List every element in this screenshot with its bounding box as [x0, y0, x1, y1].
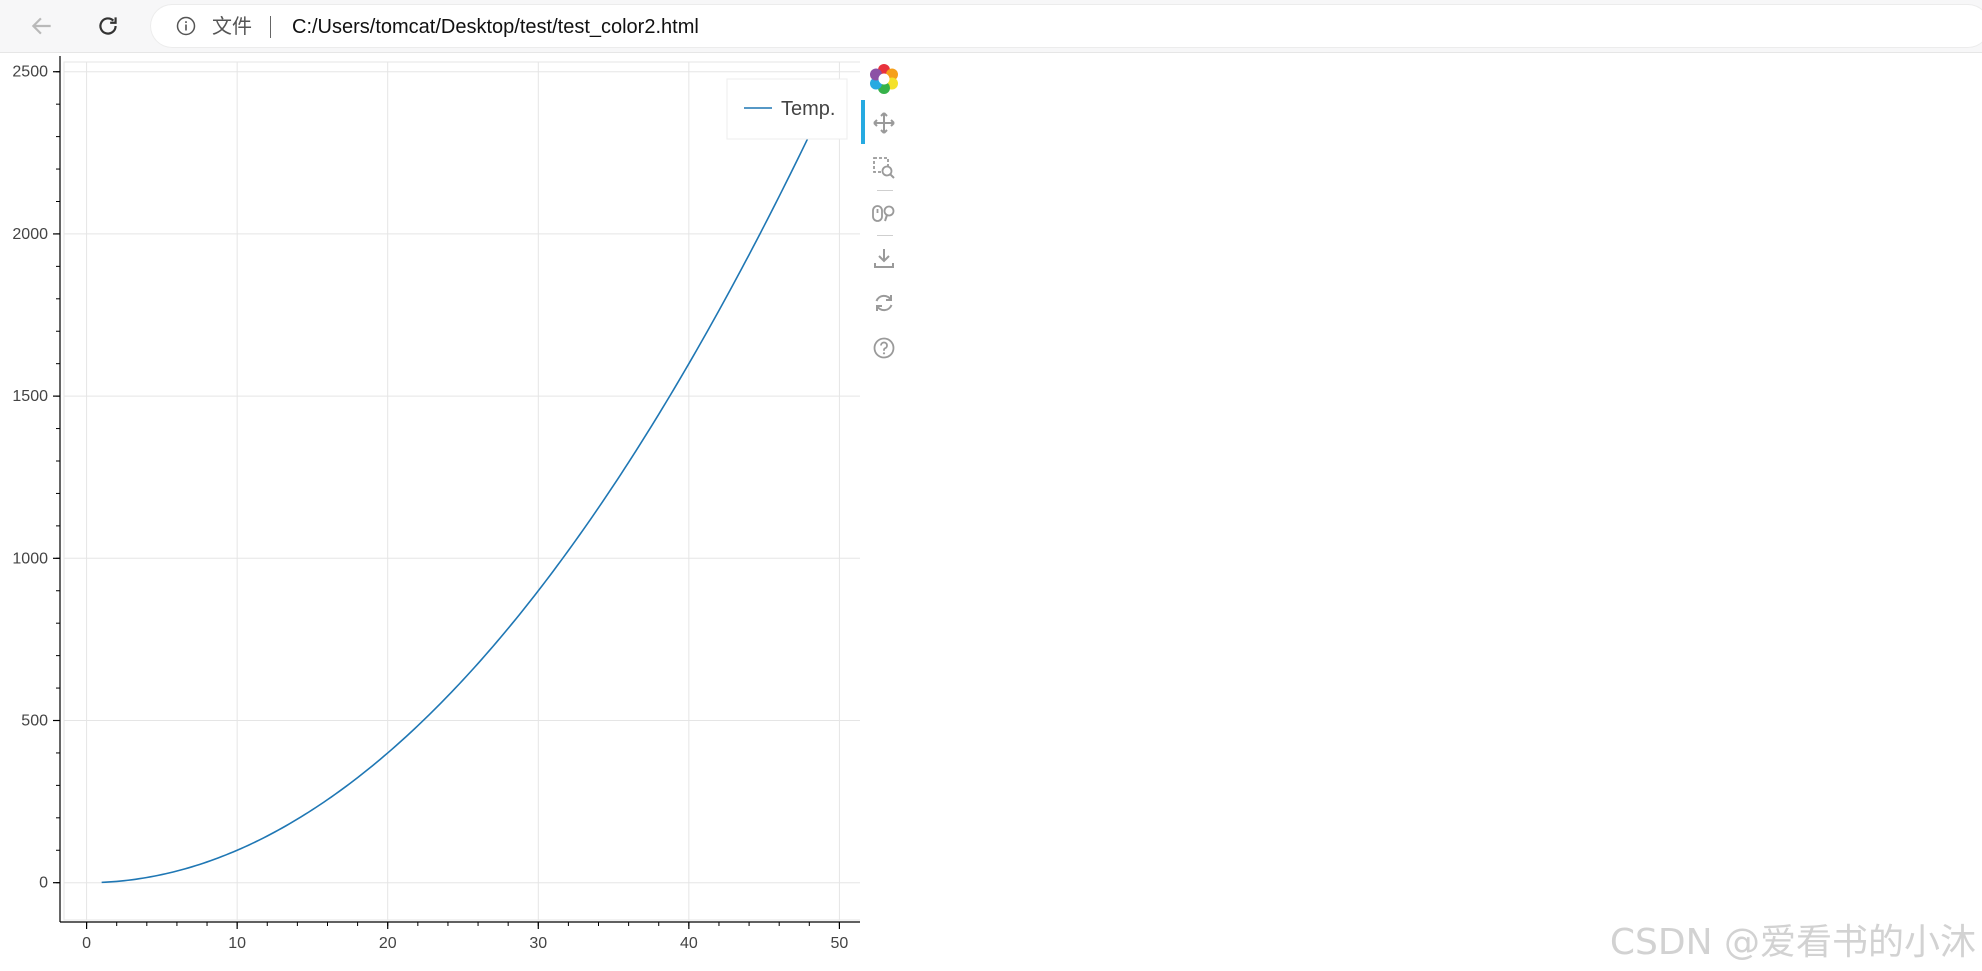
x-tick-label: 50 [831, 935, 849, 952]
x-tick-label: 30 [529, 935, 547, 952]
plot-area[interactable]: 0 500 1000 1500 2000 2500 0 10 20 30 40 50 Temp. [0, 52, 860, 971]
pan-tool-button[interactable] [868, 107, 900, 139]
wheel-zoom-tool-button[interactable] [868, 197, 900, 229]
help-tool-button[interactable] [868, 332, 900, 364]
x-tick-label: 0 [82, 935, 91, 952]
url-text[interactable]: C:/Users/tomcat/Desktop/test/test_color2… [292, 17, 699, 37]
toolbar-divider [877, 235, 893, 236]
wheel-zoom-icon [872, 205, 895, 222]
address-separator [270, 16, 271, 38]
save-tool-button[interactable] [868, 242, 900, 274]
axes: 0 500 1000 1500 2000 2500 0 10 20 30 40 50 [12, 56, 860, 952]
reload-button[interactable] [90, 8, 126, 44]
reset-icon [875, 294, 893, 312]
active-tool-indicator [861, 100, 865, 144]
toolbar-divider [877, 190, 893, 191]
bokeh-logo[interactable] [868, 63, 900, 95]
box-zoom-icon [873, 157, 895, 179]
reload-icon [99, 17, 117, 35]
help-icon [873, 337, 895, 359]
info-icon[interactable] [176, 16, 196, 36]
browser-toolbar: 文件 C:/Users/tomcat/Desktop/test/test_col… [0, 0, 1982, 53]
y-tick-label: 2500 [12, 64, 48, 81]
save-icon [874, 249, 894, 268]
address-bar[interactable]: 文件 C:/Users/tomcat/Desktop/test/test_col… [150, 4, 1982, 48]
pan-icon [873, 112, 895, 134]
y-tick-label: 1000 [12, 550, 48, 567]
grid [64, 62, 860, 920]
x-tick-label: 20 [379, 935, 397, 952]
x-tick-label: 40 [680, 935, 698, 952]
box-zoom-tool-button[interactable] [868, 152, 900, 184]
back-arrow-icon [31, 17, 51, 35]
legend[interactable]: Temp. [726, 78, 848, 140]
scheme-label: 文件 [212, 14, 252, 38]
y-tick-label: 0 [39, 875, 48, 892]
y-tick-label: 500 [21, 713, 48, 730]
y-tick-label: 2000 [12, 226, 48, 243]
legend-label: Temp. [781, 98, 835, 120]
reset-tool-button[interactable] [868, 287, 900, 319]
x-tick-label: 10 [228, 935, 246, 952]
back-button[interactable] [24, 8, 60, 44]
watermark: CSDN @爱看书的小沐 [1609, 922, 1976, 963]
plot-frame [63, 61, 860, 921]
y-tick-label: 1500 [12, 388, 48, 405]
bokeh-logo-icon [870, 64, 898, 94]
